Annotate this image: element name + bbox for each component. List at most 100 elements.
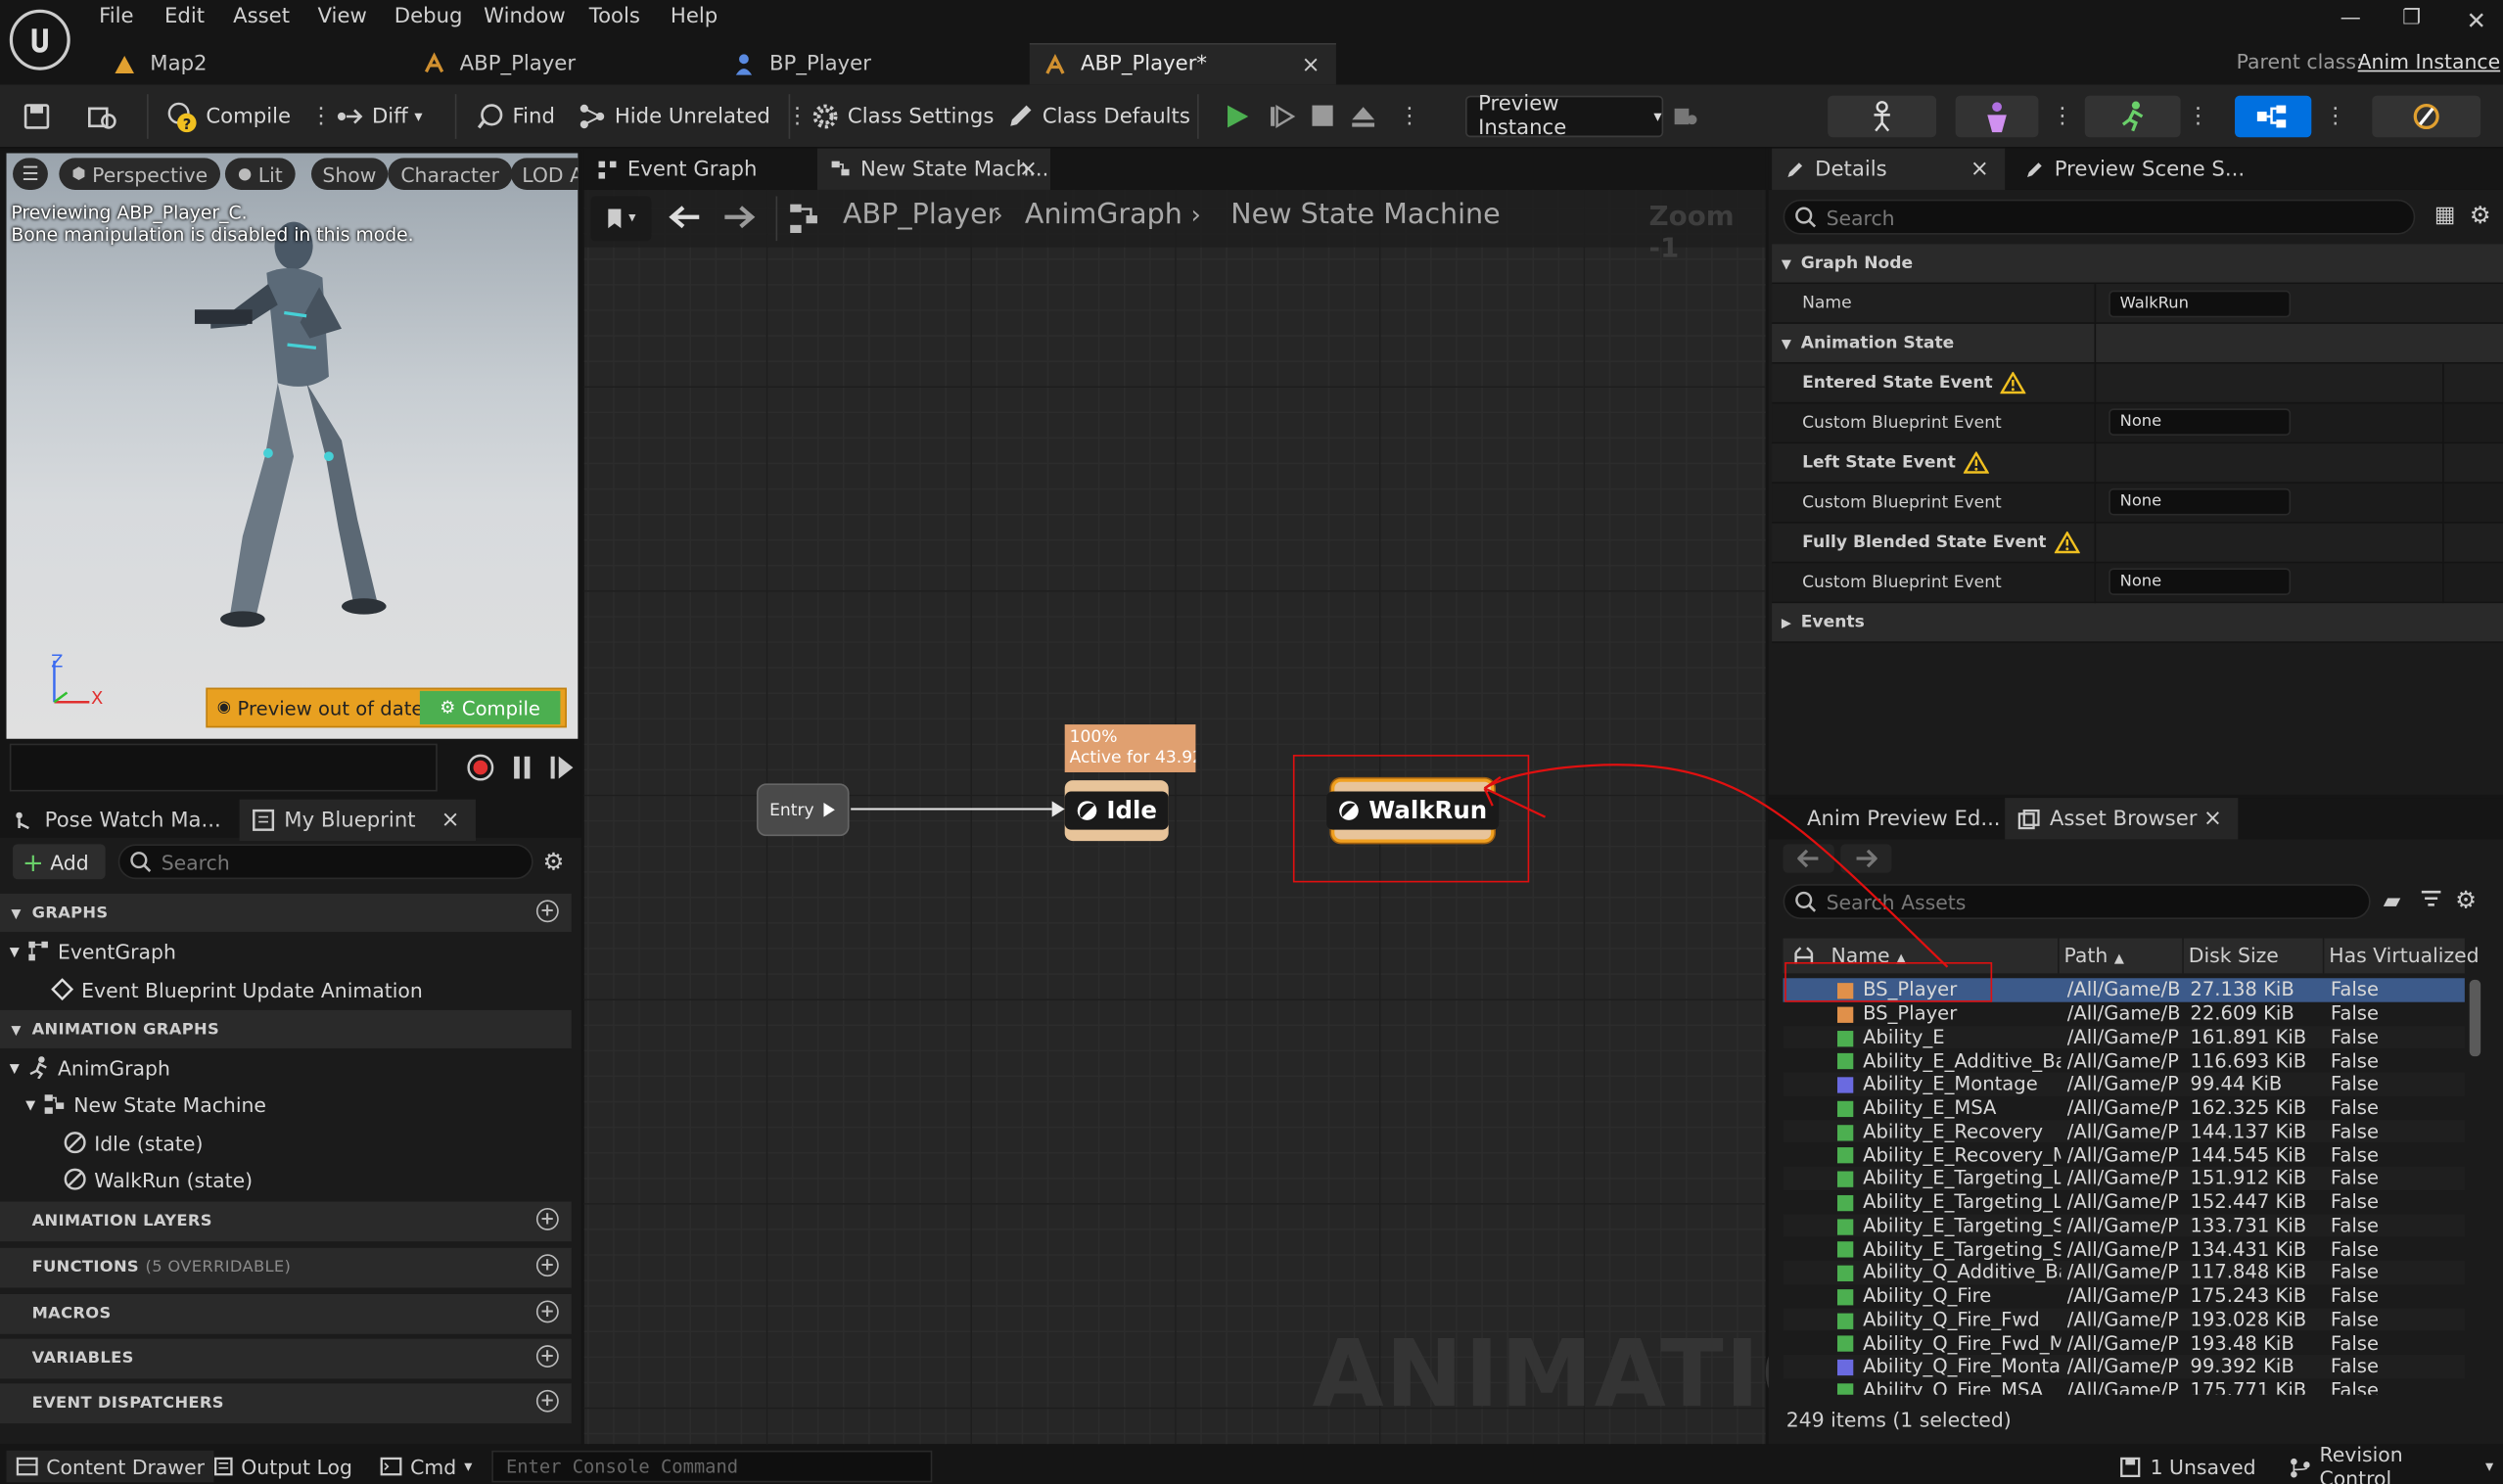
exec-pin-icon[interactable] (822, 801, 837, 818)
compile-options-icon[interactable]: ⋮ (310, 104, 333, 129)
asset-search-input[interactable]: Search Assets (1783, 884, 2371, 919)
asset-row[interactable]: Ability_E_Additive_Bas/All/Game/P 116.693… (1784, 1048, 2465, 1072)
hide-unrelated-button[interactable]: Hide Unrelated ⋮ (578, 97, 809, 135)
asset-row[interactable]: Ability_Q_Fire_Montag/All/Game/P 99.392 K… (1783, 1354, 2465, 1378)
asset-row[interactable]: Ability_E_Recovery/All/Game/P 144.137 KiB… (1783, 1119, 2465, 1143)
entry-node[interactable]: Entry (756, 783, 850, 837)
content-drawer-button[interactable]: Content Drawer (6, 1450, 214, 1483)
tab-abp-player-active[interactable]: ABP_Player* × (1029, 43, 1336, 85)
perspective-button[interactable]: ⬢ Perspective (59, 158, 221, 190)
asset-row[interactable]: Ability_E_Montage/All/Game/P 99.44 KiB Fal… (1783, 1072, 2465, 1096)
tab-details[interactable]: Details × (1772, 148, 2006, 190)
close-icon[interactable]: × (441, 808, 460, 833)
unsaved-button[interactable]: 1 Unsaved (2110, 1451, 2266, 1483)
skeleton-mode-button[interactable] (1828, 95, 1937, 138)
history-back-icon[interactable] (1783, 844, 1834, 873)
debug-object-icon[interactable] (1673, 97, 1698, 135)
class-settings-button[interactable]: Class Settings (811, 97, 994, 135)
asset-row[interactable]: Ability_Q_Fire_Fwd_MS/All/Game/P 193.48 K… (1784, 1331, 2465, 1355)
table-view-icon[interactable]: ▦ (2434, 203, 2456, 228)
cmd-dropdown[interactable]: Cmd ▾ (370, 1451, 482, 1483)
close-window-icon[interactable]: ✕ (2466, 7, 2486, 35)
tab-pose-watch[interactable]: Pose Watch Ma... (0, 800, 236, 841)
menu-item-help[interactable]: Help (671, 5, 718, 28)
fully-event-field[interactable]: None (2109, 568, 2292, 596)
blueprint-options-icon[interactable]: ⋮ (2324, 97, 2346, 135)
menu-item-asset[interactable]: Asset (233, 5, 290, 28)
settings-gear-icon[interactable]: ⚙ (542, 848, 564, 876)
blueprint-mode-button[interactable] (2235, 95, 2312, 138)
category-graph-node[interactable]: ▼ Graph Node (1772, 244, 2503, 285)
compile-button[interactable]: ? Compile ⋮ (166, 97, 333, 135)
column-path[interactable]: Path ▲ (2064, 943, 2124, 966)
close-icon[interactable]: × (1019, 157, 1038, 182)
filter-icon[interactable] (2420, 887, 2442, 909)
section-macros[interactable]: MACROS + (0, 1294, 572, 1334)
tab-anim-preview-editor[interactable]: Anim Preview Ed... (1794, 798, 2002, 839)
tab-preview-scene[interactable]: Preview Scene S... (2012, 149, 2251, 190)
column-has-virtualized[interactable]: Has Virtualized (2329, 943, 2479, 966)
section-animation-graphs[interactable]: ▼ ANIMATION GRAPHS (0, 1009, 572, 1048)
asset-row[interactable]: Ability_E_Recovery_MS/All/Game/P 144.545 … (1784, 1143, 2465, 1167)
tab-abp-player[interactable]: ABP_Player (408, 43, 712, 84)
section-graphs[interactable]: ▼ GRAPHS + (0, 893, 572, 932)
idle-state-node[interactable]: Idle (1064, 780, 1169, 842)
character-button[interactable]: Character (388, 158, 513, 190)
close-icon[interactable]: × (1970, 157, 1989, 182)
step-forward-icon[interactable] (549, 756, 575, 779)
section-animation-layers[interactable]: ANIMATION LAYERS + (0, 1201, 572, 1242)
add-layer-icon[interactable]: + (535, 1207, 559, 1230)
state-machine-graph[interactable]: ▾ ABP_Player › AnimGraph › New State Mac… (583, 189, 1919, 1445)
timeline-scrubber[interactable] (9, 743, 438, 792)
asset-row[interactable]: Ability_Q_Additive_Bas/All/Game/P 117.848… (1783, 1260, 2465, 1284)
menu-item-window[interactable]: Window (484, 5, 566, 28)
asset-row[interactable]: Ability_E_Targeting_Lo/All/Game/P 152.447… (1784, 1190, 2465, 1214)
menu-item-debug[interactable]: Debug (394, 5, 463, 28)
pause-icon[interactable] (511, 756, 533, 779)
revision-control-button[interactable]: Revision Control ▾ (2280, 1443, 2503, 1484)
asset-row[interactable]: Ability_Q_Fire_Fwd/All/Game/P 193.028 KiB… (1783, 1307, 2465, 1331)
entered-event-field[interactable]: None (2109, 408, 2292, 437)
asset-row[interactable]: Ability_E_Targeting_St/All/Game/P 134.431… (1784, 1237, 2465, 1261)
tab-new-state-machine[interactable]: New State Mach... × (816, 148, 1051, 190)
viewport-compile-button[interactable]: ⚙ Compile (419, 690, 561, 725)
physics-mode-button[interactable] (2372, 95, 2481, 138)
asset-row[interactable]: Ability_Q_Fire_MSA/All/Game/P 175.771 KiB… (1784, 1378, 2465, 1395)
tree-anim-graph[interactable]: ▼ AnimGraph (10, 1051, 170, 1084)
save-icon[interactable] (23, 97, 51, 135)
console-command-input[interactable]: Enter Console Command (491, 1450, 933, 1483)
add-dispatcher-icon[interactable]: + (535, 1389, 559, 1413)
unreal-logo-icon[interactable] (9, 9, 70, 70)
column-disk-size[interactable]: Disk Size (2189, 943, 2279, 966)
class-defaults-button[interactable]: Class Defaults (1005, 97, 1190, 135)
name-field[interactable]: WalkRun (2109, 290, 2292, 318)
asset-row[interactable]: Ability_E_Targeting_St/All/Game/P 133.731… (1783, 1213, 2465, 1237)
history-forward-icon[interactable] (1840, 844, 1892, 873)
tree-event-graph[interactable]: ▼ EventGraph (10, 935, 176, 967)
show-button[interactable]: Show (310, 158, 388, 190)
record-icon[interactable] (466, 753, 494, 781)
category-animation-state[interactable]: ▼ Animation State (1772, 323, 2503, 364)
step-icon[interactable] (1268, 97, 1296, 135)
play-options-icon[interactable]: ⋮ (1399, 97, 1421, 135)
close-icon[interactable]: × (2203, 806, 2222, 831)
section-functions[interactable]: FUNCTIONS (5 OVERRIDABLE) + (0, 1247, 572, 1288)
lit-button[interactable]: ● Lit (224, 158, 296, 190)
section-variables[interactable]: VARIABLES + (0, 1338, 572, 1379)
asset-row[interactable]: Ability_Q_Fire/All/Game/P 175.243 KiB Fals… (1784, 1284, 2465, 1308)
section-event-dispatchers[interactable]: EVENT DISPATCHERS + (0, 1383, 572, 1424)
settings-gear-icon[interactable]: ⚙ (2455, 886, 2477, 914)
output-log-button[interactable]: Output Log (205, 1451, 362, 1483)
menu-item-tools[interactable]: Tools (589, 5, 640, 28)
menu-item-edit[interactable]: Edit (164, 5, 205, 28)
asset-row[interactable]: BS_Player/All/Game/B 22.609 KiB False (1784, 1001, 2465, 1025)
menu-item-file[interactable]: File (99, 5, 133, 28)
tab-map2[interactable]: Map2 (99, 43, 402, 84)
tab-asset-browser[interactable]: Asset Browser × (2005, 798, 2239, 840)
add-graph-icon[interactable]: + (535, 900, 559, 923)
viewport-canvas[interactable]: Previewing ABP_Player_C. Bone manipulati… (6, 153, 579, 739)
hamburger-menu-icon[interactable]: ☰ (13, 158, 48, 190)
add-variable-icon[interactable]: + (535, 1345, 559, 1368)
left-event-field[interactable]: None (2109, 487, 2292, 516)
animation-mode-button[interactable] (2084, 95, 2181, 138)
